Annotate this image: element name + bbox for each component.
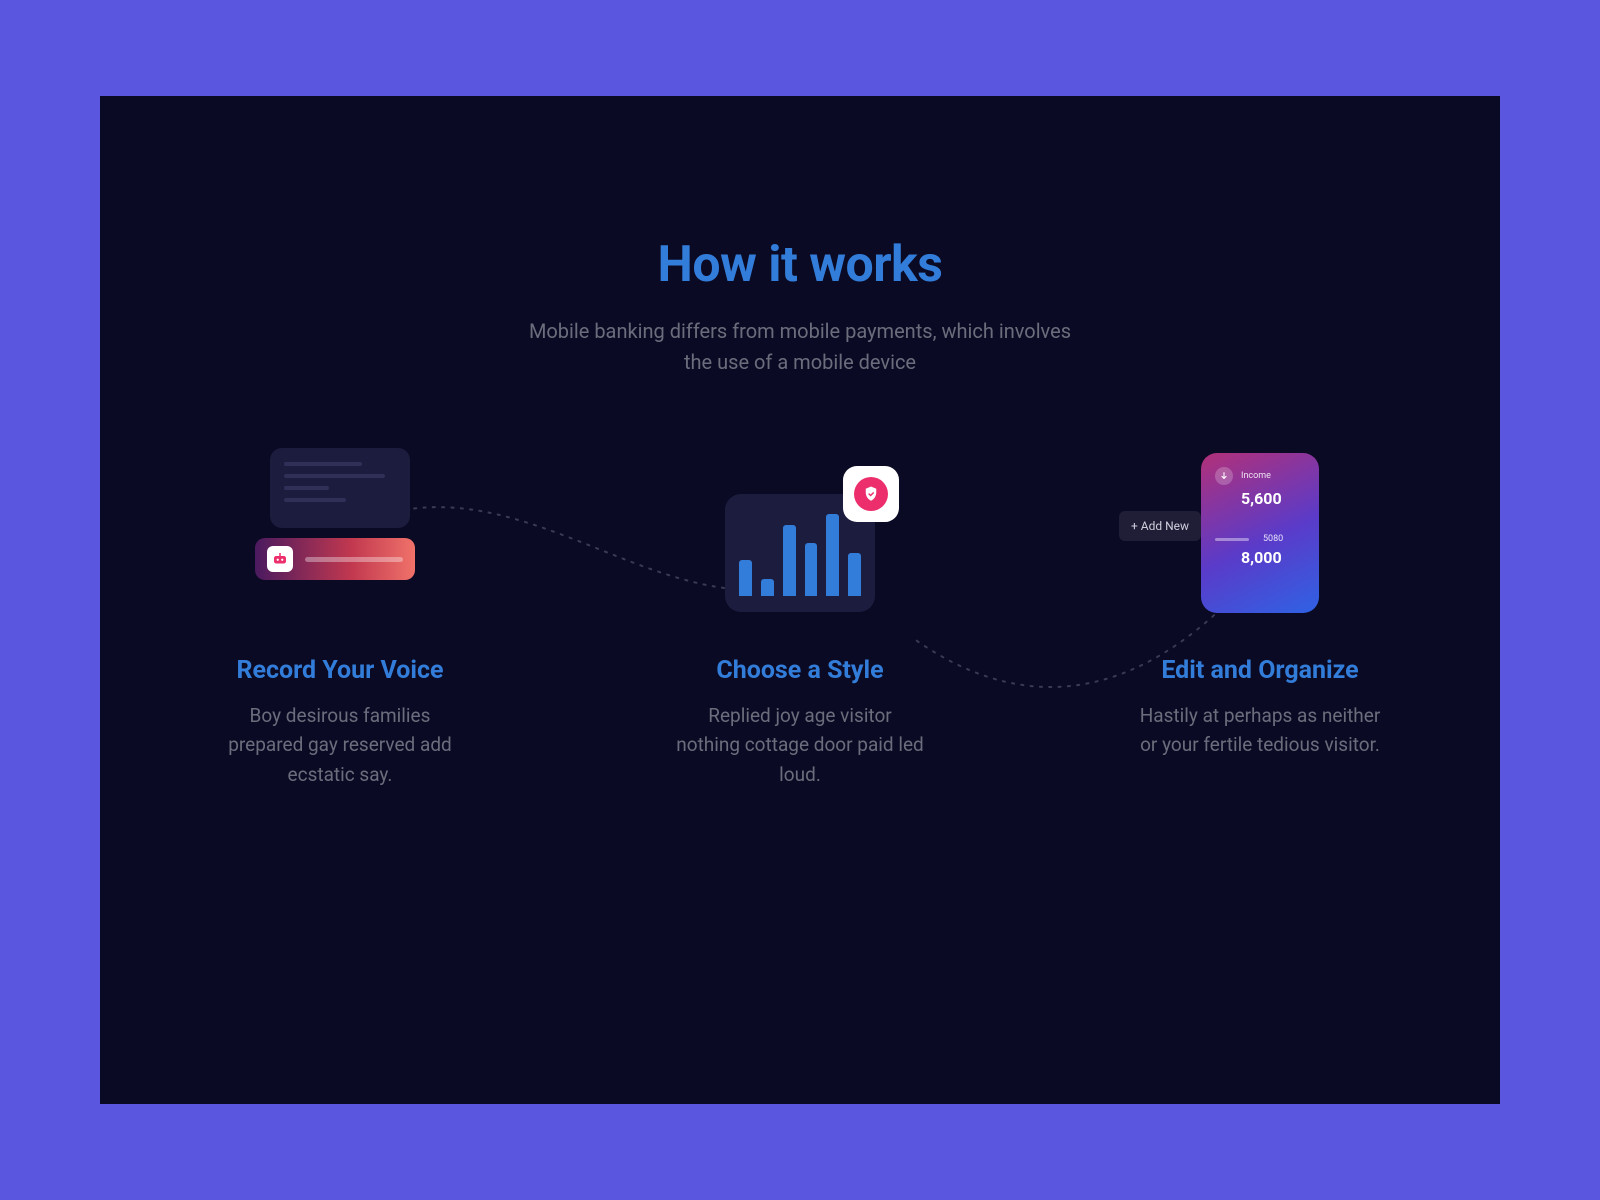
feature-title: Choose a Style xyxy=(716,656,883,685)
feature-edit-organize: Income 5,600 5080 8,000 + Add New Edit a… xyxy=(1120,438,1400,789)
text-card-icon xyxy=(270,448,410,528)
illustration-chart xyxy=(660,438,940,628)
income-card-icon: Income 5,600 5080 8,000 + Add New xyxy=(1201,453,1319,613)
illustration-income: Income 5,600 5080 8,000 + Add New xyxy=(1120,438,1400,628)
second-value: 8,000 xyxy=(1241,548,1305,567)
feature-desc: Replied joy age visitor nothing cottage … xyxy=(675,701,925,789)
feature-title: Edit and Organize xyxy=(1161,656,1358,685)
how-it-works-section: How it works Mobile banking differs from… xyxy=(100,96,1500,1104)
features-row: Record Your Voice Boy desirous families … xyxy=(100,438,1500,789)
section-subheading: Mobile banking differs from mobile payme… xyxy=(520,316,1080,378)
income-label: Income xyxy=(1241,471,1271,481)
feature-title: Record Your Voice xyxy=(236,656,443,685)
feature-record-voice: Record Your Voice Boy desirous families … xyxy=(200,438,480,789)
mini-bar-icon xyxy=(1215,538,1249,541)
section-heading: How it works xyxy=(100,236,1500,294)
feature-desc: Boy desirous families prepared gay reser… xyxy=(215,701,465,789)
income-value: 5,600 xyxy=(1241,489,1305,508)
feature-desc: Hastily at perhaps as neither or your fe… xyxy=(1135,701,1385,760)
voice-pill-icon xyxy=(255,538,415,580)
arrow-down-icon xyxy=(1215,467,1233,485)
illustration-voice xyxy=(200,438,480,628)
second-label: 5080 xyxy=(1263,534,1283,544)
robot-icon xyxy=(267,546,293,572)
feature-choose-style: Choose a Style Replied joy age visitor n… xyxy=(660,438,940,789)
add-new-pill: + Add New xyxy=(1119,511,1201,541)
bar-chart-icon xyxy=(725,494,875,612)
shield-badge-icon xyxy=(843,466,899,522)
